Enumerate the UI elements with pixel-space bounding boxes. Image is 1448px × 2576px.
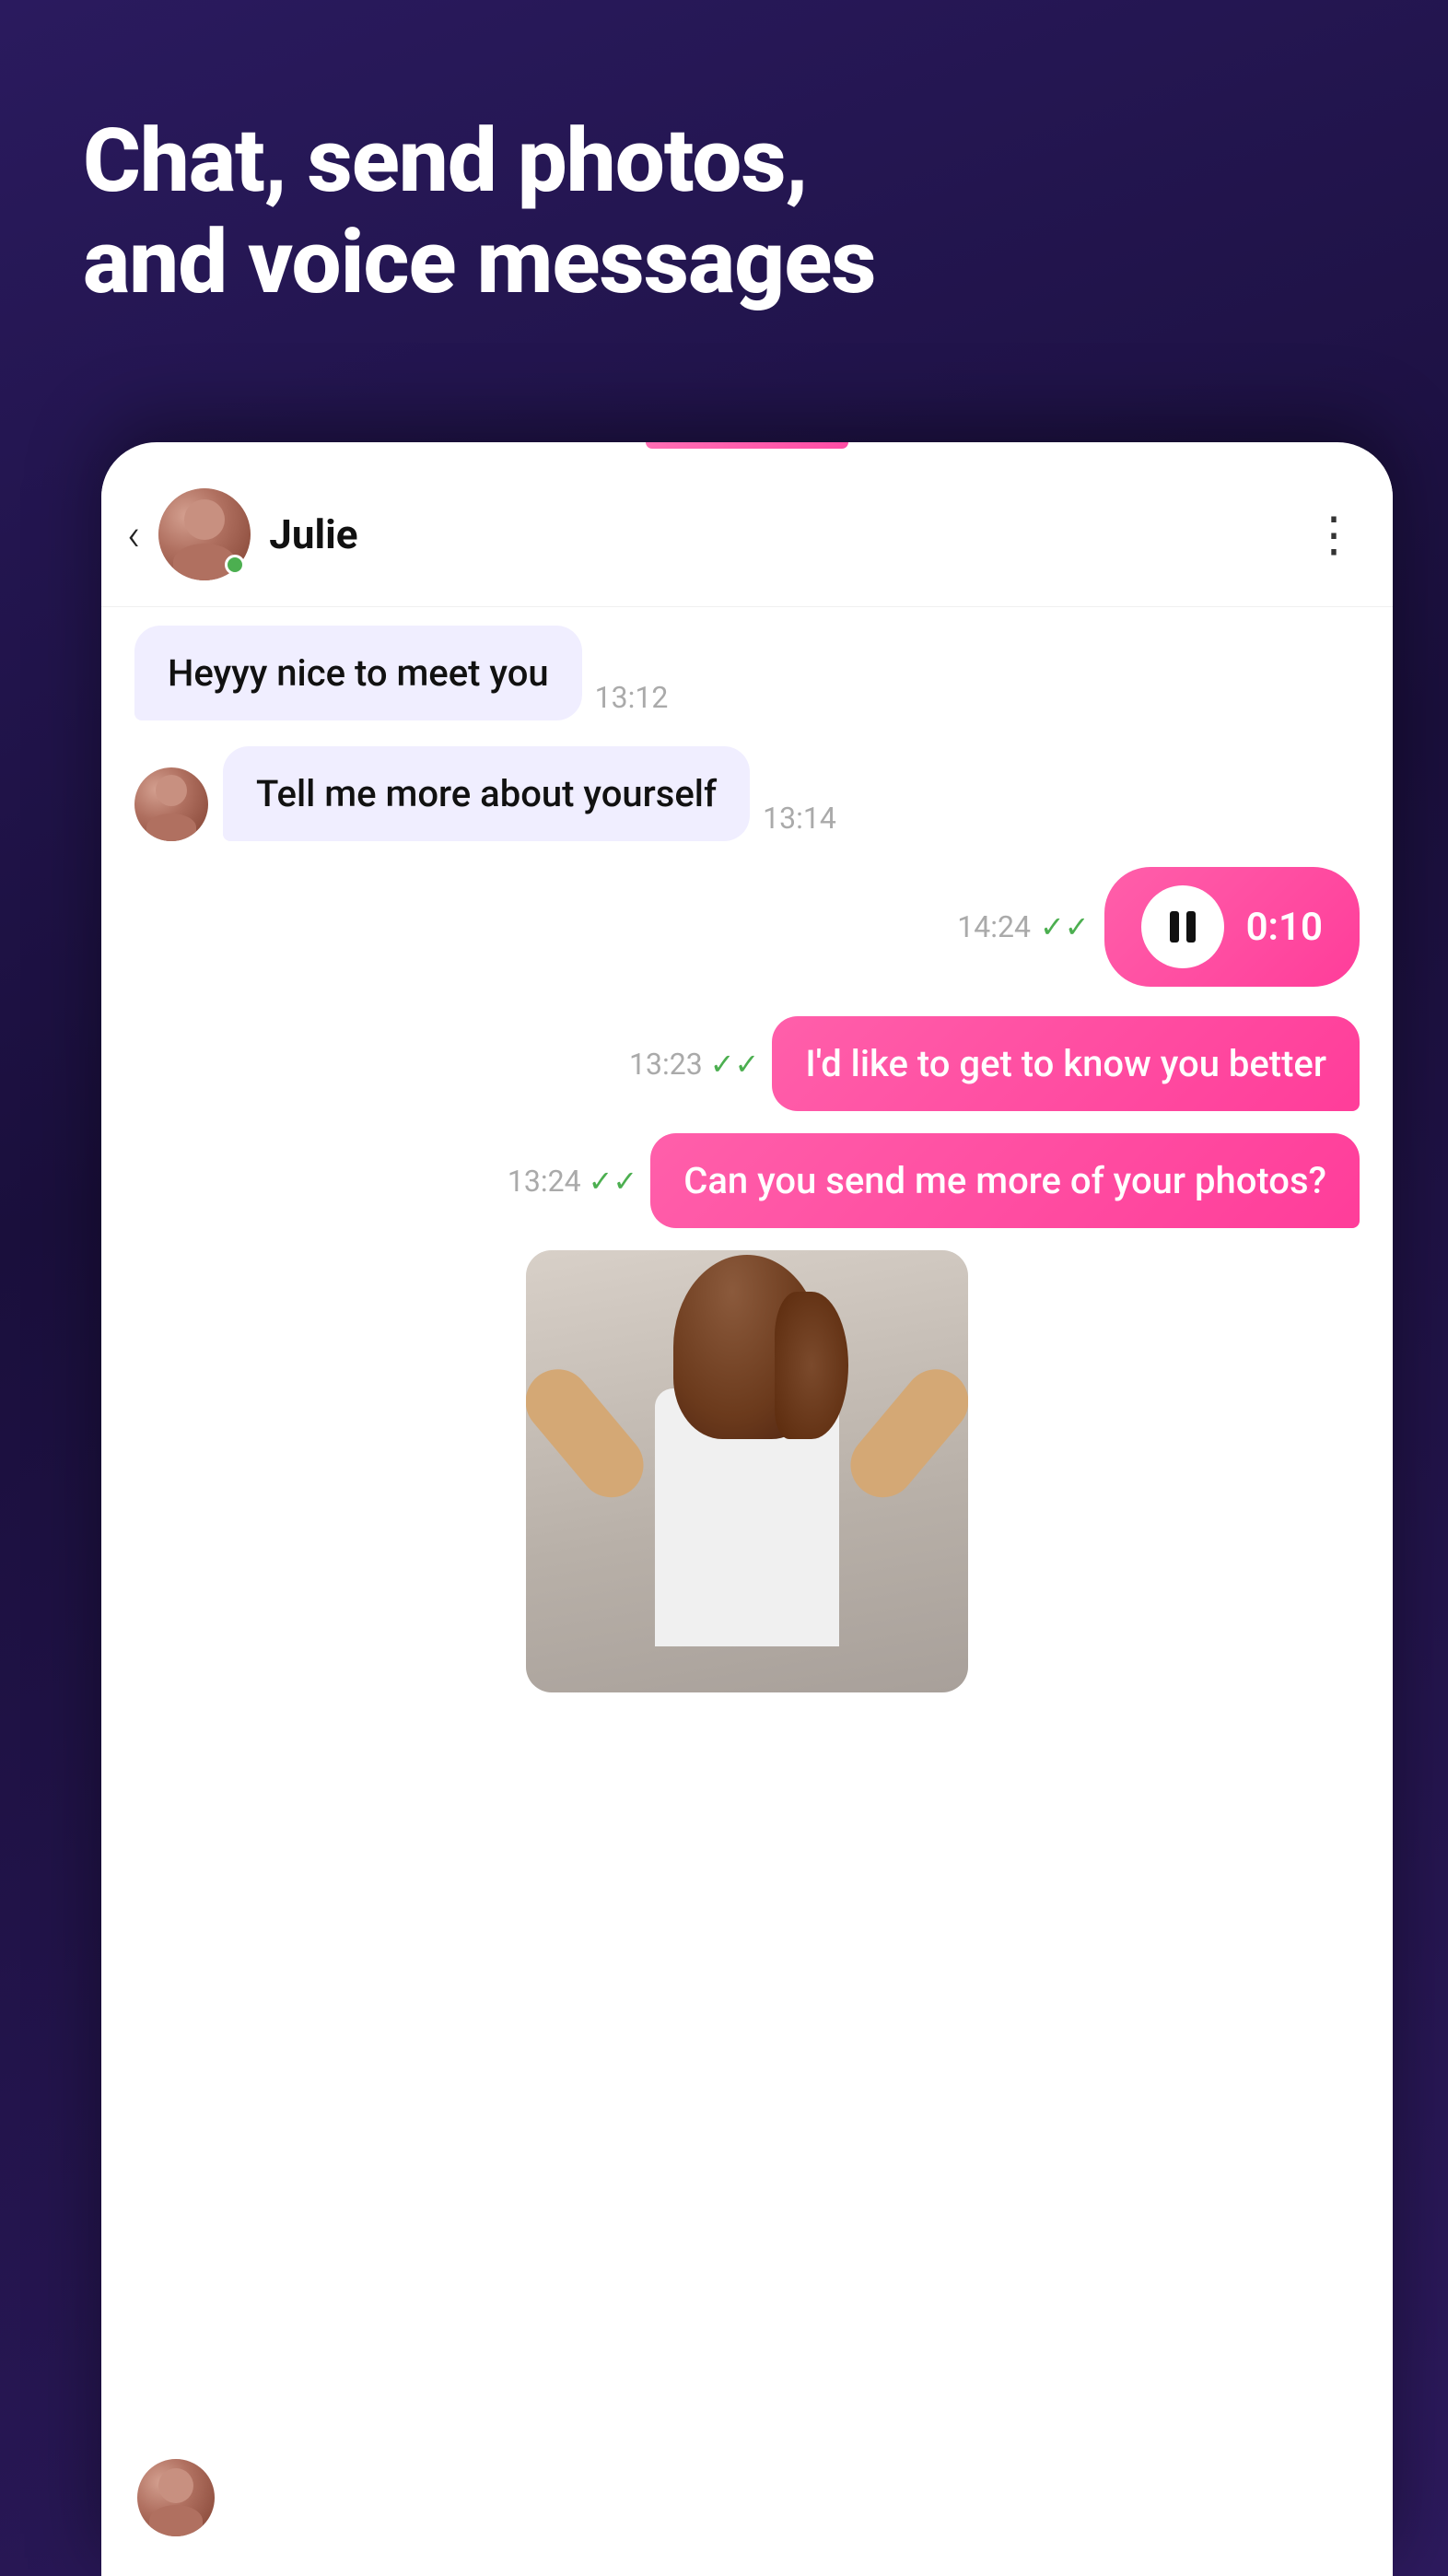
sender-avatar [134, 767, 208, 841]
photo-bubble [526, 1250, 968, 1692]
message-bubble-received: Heyyy nice to meet you [134, 626, 582, 720]
double-check-5: ✓✓ [589, 1164, 638, 1199]
double-check-4: ✓✓ [710, 1047, 760, 1082]
message-4: 13:23 ✓✓ I'd like to get to know you bet… [134, 1016, 1360, 1111]
pause-button[interactable] [1141, 885, 1224, 968]
message-2: Tell me more about yourself 13:14 [134, 746, 1360, 841]
voice-timestamp: 14:24 [957, 909, 1031, 944]
sent-bubble-4: I'd like to get to know you better [772, 1016, 1360, 1111]
sent-bubble-5: Can you send me more of your photos? [650, 1133, 1360, 1228]
arm-left [526, 1356, 657, 1511]
sent-time-4: 13:23 [629, 1047, 703, 1082]
message-1: Heyyy nice to meet you 13:12 [134, 626, 1360, 720]
top-pink-bar [646, 442, 848, 449]
pause-icon [1170, 910, 1196, 943]
pause-bar-left [1170, 911, 1179, 943]
headline: Chat, send photos, and voice messages [83, 111, 1365, 314]
pause-bar-right [1186, 911, 1196, 943]
voice-bubble[interactable]: 0:10 [1104, 867, 1360, 987]
sent-meta-4: 13:23 ✓✓ [629, 1047, 759, 1082]
double-check-icon: ✓✓ [1040, 909, 1090, 944]
arm-right [837, 1356, 968, 1511]
headline-line1: Chat, send photos, [83, 111, 1365, 212]
photo-person [572, 1269, 922, 1692]
phone-mockup: ‹ Julie ⋮ Heyyy nice to meet you 13:12 T… [101, 442, 1393, 2576]
message-5: 13:24 ✓✓ Can you send me more of your ph… [134, 1133, 1360, 1228]
more-options-button[interactable]: ⋮ [1310, 507, 1360, 563]
hair [673, 1255, 821, 1439]
contact-name: Julie [269, 510, 1310, 558]
chat-messages: Heyyy nice to meet you 13:12 Tell me mor… [101, 607, 1393, 1729]
voice-duration: 0:10 [1246, 905, 1323, 950]
contact-avatar-wrap [158, 488, 251, 580]
photo-message [134, 1250, 1360, 1711]
photo-background [526, 1250, 968, 1692]
voice-time-check: 14:24 ✓✓ [957, 909, 1089, 944]
voice-message: 14:24 ✓✓ 0:10 [134, 867, 1360, 987]
headline-line2: and voice messages [83, 212, 1365, 313]
back-button[interactable]: ‹ [127, 509, 140, 561]
sent-meta-5: 13:24 ✓✓ [508, 1164, 637, 1199]
bottom-avatar [134, 2456, 217, 2539]
online-indicator [225, 555, 245, 575]
sent-time-5: 13:24 [508, 1164, 581, 1199]
message-time: 13:12 [595, 680, 669, 715]
message-bubble-received-2: Tell me more about yourself [223, 746, 750, 841]
message-time-2: 13:14 [763, 801, 836, 836]
chat-header: ‹ Julie ⋮ [101, 455, 1393, 607]
